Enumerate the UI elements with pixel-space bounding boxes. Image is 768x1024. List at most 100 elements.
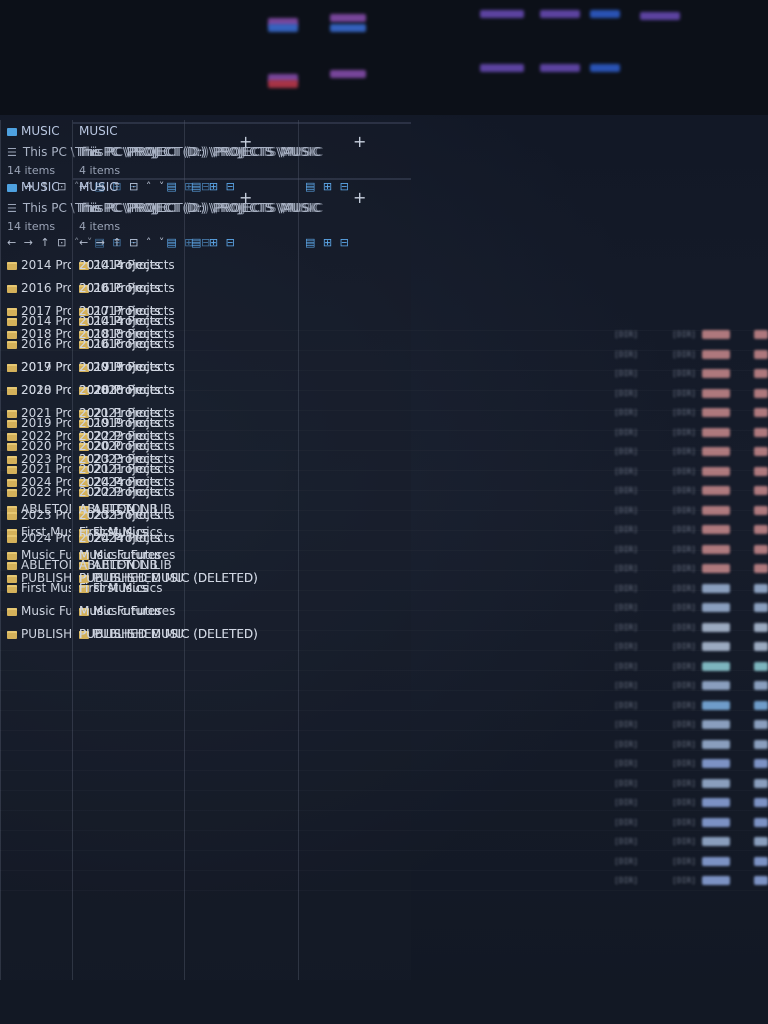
folder-list-item[interactable]: 2016 Projects: [79, 337, 299, 351]
folder-icon: [7, 512, 17, 520]
folder-list-item[interactable]: 2024 Projects: [79, 531, 299, 545]
detail-color-bar: [754, 856, 768, 866]
detail-type-tag: [DIR]: [614, 544, 639, 554]
row-separator: [0, 690, 768, 691]
folder-list-item[interactable]: 2016 Projects: [79, 281, 299, 295]
blurred-ui-element: [268, 80, 298, 88]
row-separator: [0, 770, 768, 771]
address-bar[interactable]: ☰ This PC \: [7, 201, 75, 216]
blurred-ui-element: [590, 64, 620, 72]
new-tab-icon[interactable]: +: [353, 188, 366, 207]
folder-name: 2016 Projects: [21, 281, 71, 295]
folder-list-item[interactable]: 2016 Projects: [7, 281, 71, 295]
detail-type-tag: [DIR]: [672, 544, 697, 554]
folder-icon: [7, 585, 17, 593]
detail-color-bar: [754, 798, 768, 807]
detail-color-bar: [702, 564, 730, 573]
folder-list-item[interactable]: 2014 Projects: [79, 258, 299, 272]
detail-color-bar: [754, 544, 768, 554]
row-separator: [0, 430, 768, 431]
window-title: MUSIC: [7, 124, 60, 138]
detail-type-tag: [DIR]: [672, 759, 697, 768]
folder-list-item[interactable]: 2014 Projects: [79, 314, 299, 328]
detail-color-bar: [754, 876, 768, 885]
row-separator: [0, 830, 768, 831]
detail-color-bar: [702, 720, 730, 729]
folder-list-item[interactable]: 2016 Projects: [7, 337, 71, 351]
folder-name: 2024 Projects: [79, 531, 161, 545]
menu-icon[interactable]: ☰: [7, 202, 17, 216]
folder-icon: [7, 285, 17, 293]
folder-icon: [7, 562, 17, 570]
detail-color-bar: [754, 837, 768, 846]
folder-list-item[interactable]: Music Futures: [79, 604, 299, 618]
folder-list-item[interactable]: Music Futures: [7, 604, 71, 618]
detail-color-bar: [702, 447, 730, 456]
folder-list-item[interactable]: 2021 Projects: [7, 462, 71, 476]
detail-color-bar: [702, 856, 730, 866]
detail-color-bar: [702, 681, 730, 690]
folder-name: 2014 Projects: [79, 314, 161, 328]
new-tab-icon[interactable]: +: [353, 132, 366, 151]
detail-type-tag: [DIR]: [672, 564, 697, 573]
row-separator: [0, 370, 768, 371]
detail-color-bar: [754, 739, 768, 749]
row-separator: [0, 550, 768, 551]
navigation-buttons[interactable]: ← → ↑ ⊡ ˄ ˅: [79, 236, 166, 249]
panel-divider: [299, 122, 411, 124]
folder-list-item[interactable]: 2022 Projects: [7, 485, 71, 499]
detail-color-bar: [702, 700, 730, 710]
address-bar[interactable]: This PC \PROJECT (D:) \PROJECTS \MUSIC: [77, 145, 321, 159]
row-separator: [0, 410, 768, 411]
view-mode-icons[interactable]: ▤ ⊞ ⊟: [305, 236, 351, 249]
detail-color-bar: [754, 564, 768, 573]
detail-type-tag: [DIR]: [614, 817, 639, 827]
folder-list-item[interactable]: 2024 Projects: [7, 531, 71, 545]
detail-type-tag: [DIR]: [672, 778, 697, 788]
view-mode-icons[interactable]: ▤ ⊞ ⊟: [191, 180, 237, 193]
folder-list-item[interactable]: 2014 Projects: [7, 314, 71, 328]
toolbar[interactable]: ▤ ⊞ ⊟: [305, 180, 351, 194]
address-bar[interactable]: This PC \PROJECT (D:) \PROJECTS \MUSIC: [77, 201, 321, 215]
folder-list-item[interactable]: 2017 Projects: [7, 360, 71, 374]
folder-icon: [7, 262, 17, 270]
detail-type-tag: [DIR]: [672, 330, 697, 339]
detail-type-tag: [DIR]: [672, 856, 697, 866]
folder-name: 2016 Projects: [21, 337, 71, 351]
folder-window-icon: [7, 183, 17, 192]
item-count: 14 items: [7, 220, 56, 233]
folder-icon: [7, 341, 17, 349]
folder-list-item[interactable]: First Musics: [7, 581, 71, 595]
folder-list-item[interactable]: 2017 Projects: [79, 360, 299, 374]
detail-color-bar: [754, 447, 768, 456]
folder-list-item[interactable]: 2019 Projects: [79, 416, 299, 430]
view-mode-icons[interactable]: ▤ ⊞ ⊟: [305, 180, 351, 193]
address-path: This PC \: [22, 201, 75, 215]
folder-list-item[interactable]: 2014 Projects: [7, 258, 71, 272]
detail-color-bar: [754, 583, 768, 593]
toolbar[interactable]: ▤ ⊞ ⊟: [191, 236, 237, 250]
view-mode-icons[interactable]: ▤ ⊞ ⊟: [191, 236, 237, 249]
folder-list-item[interactable]: First Musics: [79, 581, 299, 595]
folder-list-item[interactable]: 2021 Projects: [79, 462, 299, 476]
folder-icon: [7, 318, 17, 326]
toolbar[interactable]: ▤ ⊞ ⊟: [191, 180, 237, 194]
detail-type-tag: [DIR]: [614, 330, 639, 339]
detail-color-bar: [702, 778, 730, 788]
window-title-text: MUSIC: [79, 180, 118, 194]
folder-icon: [7, 631, 17, 639]
detail-color-bar: [702, 876, 730, 885]
blurred-ui-element: [330, 14, 366, 22]
detail-color-bar: [754, 330, 768, 339]
folder-name: 2016 Projects: [79, 281, 161, 295]
folder-list-item[interactable]: 2019 Projects: [7, 416, 71, 430]
address-bar[interactable]: ☰ This PC \: [7, 145, 75, 160]
detail-color-bar: [702, 739, 730, 749]
toolbar[interactable]: ▤ ⊞ ⊟: [305, 236, 351, 250]
detail-type-tag: [DIR]: [672, 583, 697, 593]
detail-type-tag: [DIR]: [672, 837, 697, 846]
detail-type-tag: [DIR]: [614, 876, 639, 885]
folder-list-item[interactable]: 2022 Projects: [79, 485, 299, 499]
menu-icon[interactable]: ☰: [7, 146, 17, 160]
detail-color-bar: [754, 681, 768, 690]
